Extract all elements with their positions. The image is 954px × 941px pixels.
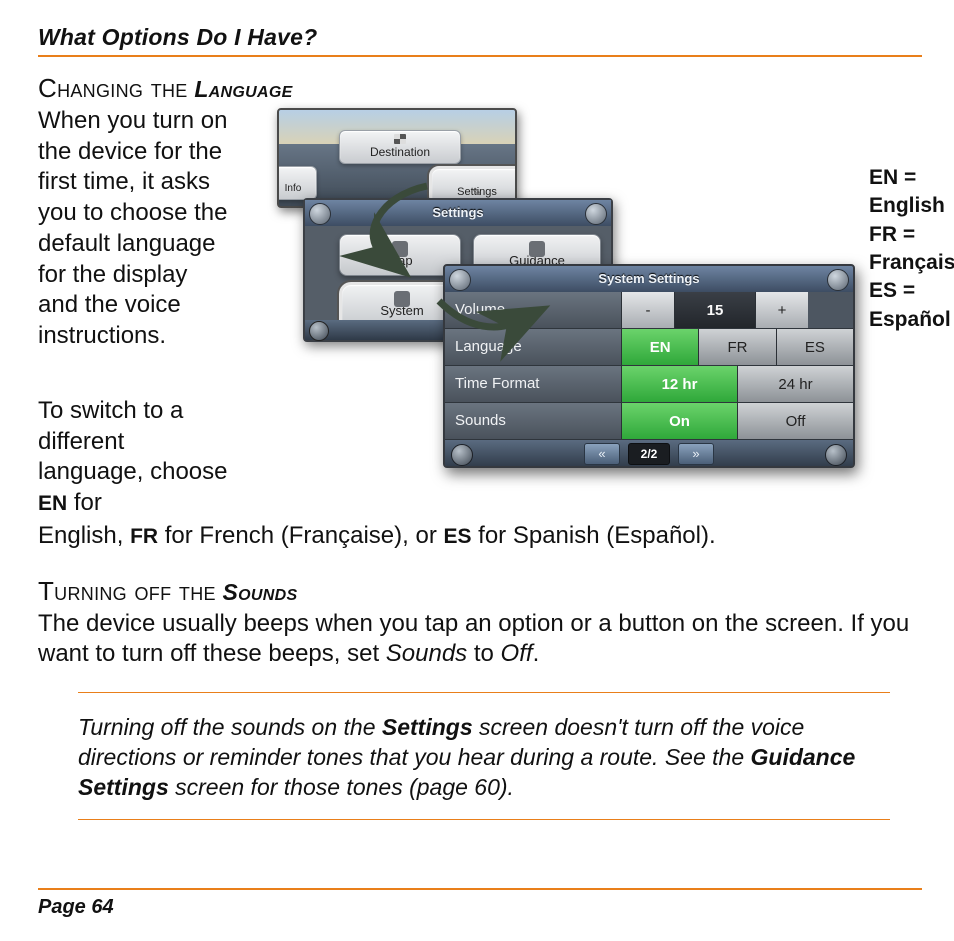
help-icon[interactable]: [585, 203, 607, 225]
volume-plus-button[interactable]: +: [756, 292, 808, 328]
para-language-intro: When you turn on the device for the firs…: [38, 106, 233, 352]
page-number: Page 64: [38, 896, 922, 919]
volume-value: 15: [675, 292, 756, 328]
note-rule-top: [78, 692, 890, 693]
row-sounds: Sounds On Off: [445, 403, 853, 440]
volume-minus-button[interactable]: -: [622, 292, 675, 328]
legend-fr: FR = Française: [869, 221, 954, 278]
note-sounds: Turning off the sounds on the Settings s…: [78, 713, 898, 803]
legend-es: ES = Español: [869, 277, 954, 334]
settings-titlebar: Settings: [305, 200, 611, 226]
row-volume-label: Volume: [445, 292, 622, 328]
language-es-button[interactable]: ES: [777, 329, 853, 365]
subhead-sounds: Turning off the Sounds: [38, 576, 922, 607]
system-settings-title: System Settings: [598, 271, 699, 286]
pager-page: 2/2: [628, 443, 670, 465]
screenshot-system-settings: System Settings Volume - 15 + Language E…: [443, 264, 855, 468]
screenshot-home: Destination Info Settings: [277, 108, 517, 208]
legend-en: EN = English: [869, 164, 954, 221]
menu-icon[interactable]: [825, 444, 847, 466]
divider-bottom: [38, 888, 922, 890]
para-sounds: The device usually beeps when you tap an…: [38, 609, 922, 670]
row-language-label: Language: [445, 329, 622, 365]
back-icon[interactable]: [449, 269, 471, 291]
screenshot-group: Destination Info Settings Settings Map G…: [249, 106, 922, 476]
row-timeformat-label: Time Format: [445, 366, 622, 402]
row-sounds-label: Sounds: [445, 403, 622, 439]
help-icon[interactable]: [827, 269, 849, 291]
language-fr-button[interactable]: FR: [699, 329, 776, 365]
timeformat-12hr-button[interactable]: 12 hr: [622, 366, 738, 402]
sounds-on-button[interactable]: On: [622, 403, 738, 439]
settings-title: Settings: [432, 205, 483, 220]
subhead-language: Changing the Language: [38, 73, 922, 104]
home-info-button[interactable]: Info: [277, 166, 317, 200]
para-switch-lang-lead: To switch to a different language, choos…: [38, 396, 233, 519]
pager-prev-button[interactable]: «: [584, 443, 620, 465]
home-destination-button[interactable]: Destination: [339, 130, 461, 164]
section-header: What Options Do I Have?: [38, 24, 922, 51]
timeformat-24hr-button[interactable]: 24 hr: [738, 366, 853, 402]
row-timeformat: Time Format 12 hr 24 hr: [445, 366, 853, 403]
divider-top: [38, 55, 922, 57]
para-switch-lang: English, FR for French (Française), or E…: [38, 521, 922, 552]
pager-next-button[interactable]: »: [678, 443, 714, 465]
back-icon[interactable]: [309, 203, 331, 225]
nav-icon[interactable]: [309, 321, 329, 341]
row-volume: Volume - 15 +: [445, 292, 853, 329]
row-language: Language EN FR ES: [445, 329, 853, 366]
sounds-off-button[interactable]: Off: [738, 403, 853, 439]
system-settings-pager: « 2/2 »: [445, 440, 853, 468]
system-settings-titlebar: System Settings: [445, 266, 853, 292]
note-rule-bottom: [78, 819, 890, 820]
nav-icon[interactable]: [451, 444, 473, 466]
language-en-button[interactable]: EN: [622, 329, 699, 365]
language-legend: EN = English FR = Française ES = Español: [869, 164, 954, 334]
